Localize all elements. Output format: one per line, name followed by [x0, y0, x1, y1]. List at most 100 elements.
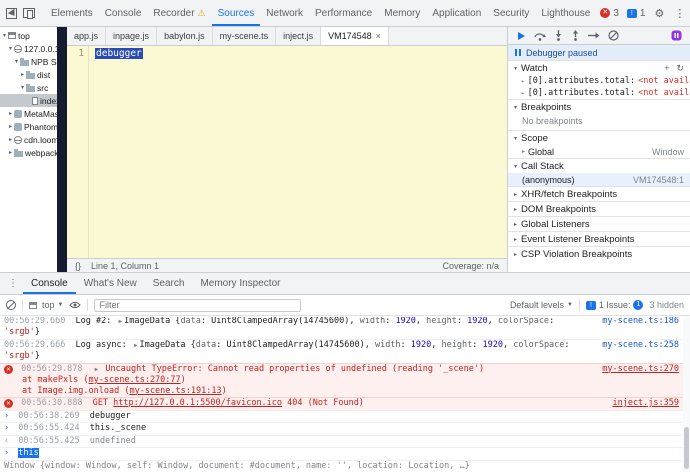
code-area[interactable]: 1 debugger: [67, 46, 507, 258]
breakpoints-section-header[interactable]: Breakpoints: [508, 99, 690, 114]
editor-tab-inject-js[interactable]: inject.js: [276, 27, 322, 45]
watch-expr-text: [0].attributes.total:: [527, 76, 636, 86]
tab-elements[interactable]: Elements: [45, 0, 99, 26]
csp-violation-breakpoints-section-header[interactable]: CSP Violation Breakpoints: [508, 246, 690, 261]
prompt-input-text[interactable]: this: [18, 448, 39, 458]
nav-item-folder[interactable]: ▾ NPB Sc: [0, 55, 57, 68]
timestamp: 00:56:55.424: [18, 423, 80, 433]
refresh-watch-icon[interactable]: ↻: [676, 63, 684, 74]
source-location-link[interactable]: my-scene.ts:258: [602, 340, 679, 351]
log-level-selector[interactable]: Default levels ▼: [510, 300, 573, 310]
tab-security[interactable]: Security: [487, 0, 535, 26]
inspect-element-icon[interactable]: [6, 7, 17, 19]
nav-item-file-selected[interactable]: index: [0, 94, 57, 107]
stack-frame-line: at Image.img.onload (my-scene.ts:191:13): [22, 385, 227, 396]
disclosure-icon: ▸: [8, 150, 12, 156]
editor-tab-vm174548[interactable]: VM174548 ×: [321, 27, 389, 45]
stack-frame-link[interactable]: my-scene.ts:191:13: [129, 386, 221, 396]
error-icon: ✕: [4, 399, 13, 408]
clear-console-icon[interactable]: [6, 300, 16, 310]
step-button[interactable]: [588, 31, 600, 40]
xhr-breakpoints-section-header[interactable]: XHR/fetch Breakpoints: [508, 186, 690, 201]
watch-expression[interactable]: [0].attributes.total: <not available>: [508, 75, 690, 87]
step-over-button[interactable]: [534, 31, 546, 41]
nav-item-folder[interactable]: ▾ src: [0, 81, 57, 94]
source-location-link[interactable]: my-scene.ts:270: [602, 364, 679, 375]
console-messages: net::ERR_UNKNOWN_URL_SCHEME ⚠ 00:56:29.1…: [0, 317, 683, 472]
global-listeners-section-header[interactable]: Global Listeners: [508, 216, 690, 231]
close-tab-icon[interactable]: ×: [376, 31, 381, 41]
drawer-tab-whats-new[interactable]: What's New: [76, 273, 145, 294]
issues-button[interactable]: ! 1 Issue: 1: [585, 300, 644, 310]
nav-item-folder[interactable]: ▸ webpack: [0, 146, 57, 159]
nav-item-origin[interactable]: ▾ 127.0.0.1:5500: [0, 42, 57, 55]
editor-status-bar: {} Line 1, Column 1 Coverage: n/a: [67, 258, 507, 272]
log-label: Log async:: [75, 339, 127, 350]
nav-item-top[interactable]: ▾ top: [0, 29, 57, 42]
tab-console[interactable]: Console: [99, 0, 148, 26]
console-error-counter[interactable]: ✕ 3: [600, 8, 619, 19]
disclosure-icon: ▸: [8, 137, 12, 143]
step-out-button[interactable]: [571, 30, 580, 41]
scope-section-header[interactable]: Scope: [508, 130, 690, 145]
javascript-context-selector[interactable]: top ▼: [29, 300, 63, 310]
console-filter-input[interactable]: [94, 298, 302, 312]
nav-item-folder[interactable]: ▸ dist: [0, 68, 57, 81]
deactivate-breakpoints-button[interactable]: [608, 30, 619, 41]
input-chevron-icon: ›: [4, 423, 10, 433]
step-into-button[interactable]: [554, 30, 563, 41]
tab-lighthouse[interactable]: Lighthouse: [535, 0, 596, 26]
object-class: ImageData: [139, 339, 186, 350]
tab-recorder[interactable]: Recorder ⚠: [147, 0, 211, 26]
source-location-link[interactable]: my-scene.ts:186: [602, 317, 679, 326]
pause-on-exceptions-button[interactable]: [671, 30, 682, 41]
device-toolbar-icon[interactable]: [23, 8, 35, 19]
editor-tab-app-js[interactable]: app.js: [67, 27, 107, 45]
settings-gear-icon[interactable]: ⚙: [649, 7, 669, 20]
scope-global-row[interactable]: Global Window: [508, 145, 690, 158]
section-title: DOM Breakpoints: [521, 203, 596, 215]
drawer-tab-memory-inspector[interactable]: Memory Inspector: [192, 273, 288, 294]
resume-script-button[interactable]: [516, 31, 526, 41]
call-stack-section-header[interactable]: Call Stack: [508, 158, 690, 173]
expand-stack-icon[interactable]: ▶: [95, 366, 99, 373]
context-label: top: [42, 300, 55, 310]
tab-memory[interactable]: Memory: [378, 0, 426, 26]
tab-sources[interactable]: Sources: [212, 0, 261, 26]
editor-tab-my-scene-ts[interactable]: my-scene.ts: [213, 27, 277, 45]
console-prompt[interactable]: › this: [0, 447, 683, 460]
issues-counter[interactable]: ! 1: [626, 8, 645, 19]
event-listener-breakpoints-section-header[interactable]: Event Listener Breakpoints: [508, 231, 690, 246]
disclosure-icon: ▾: [20, 85, 24, 91]
call-stack-frame[interactable]: (anonymous) VM174548:1: [508, 173, 690, 186]
add-watch-icon[interactable]: +: [664, 63, 669, 74]
watch-expression[interactable]: [0].attributes.total: <not available>: [508, 87, 690, 99]
nav-item-extension[interactable]: ▸ Phantom: [0, 120, 57, 133]
hidden-messages-label[interactable]: 3 hidden: [649, 300, 684, 310]
source-location-link[interactable]: inject.js:359: [612, 398, 679, 409]
disclosure-icon: ▸: [8, 111, 12, 117]
dom-breakpoints-section-header[interactable]: DOM Breakpoints: [508, 201, 690, 216]
pretty-print-button[interactable]: {}: [75, 261, 81, 271]
watch-section-header[interactable]: Watch + ↻: [508, 60, 690, 75]
more-options-icon[interactable]: ⋮: [669, 7, 690, 20]
disclosure-icon: ▾: [8, 46, 12, 52]
drawer-tab-console[interactable]: Console: [23, 273, 76, 294]
editor-tab-inpage-js[interactable]: inpage.js: [106, 27, 158, 45]
live-expression-eye-icon[interactable]: [69, 301, 82, 309]
expand-object-icon[interactable]: ▶: [119, 318, 123, 325]
nav-item-extension[interactable]: ▸ MetaMask: [0, 107, 57, 120]
drawer-menu-icon[interactable]: ⋮: [3, 278, 23, 289]
request-url-link[interactable]: http://127.0.0.1:5500/favicon.ico: [113, 398, 282, 408]
tab-application[interactable]: Application: [426, 0, 487, 26]
drawer-tab-search[interactable]: Search: [145, 273, 193, 294]
tab-performance[interactable]: Performance: [309, 0, 378, 26]
nav-item-origin[interactable]: ▸ cdn.loom: [0, 133, 57, 146]
stack-frame-link[interactable]: my-scene.ts:270:77: [89, 375, 181, 385]
nav-item-label: MetaMask: [24, 108, 57, 119]
expand-object-icon[interactable]: ▶: [134, 342, 138, 349]
issues-icon: !: [626, 8, 637, 18]
editor-tab-babylon-js[interactable]: babylon.js: [157, 27, 213, 45]
scrollbar-thumb[interactable]: [684, 427, 689, 469]
tab-network[interactable]: Network: [260, 0, 309, 26]
